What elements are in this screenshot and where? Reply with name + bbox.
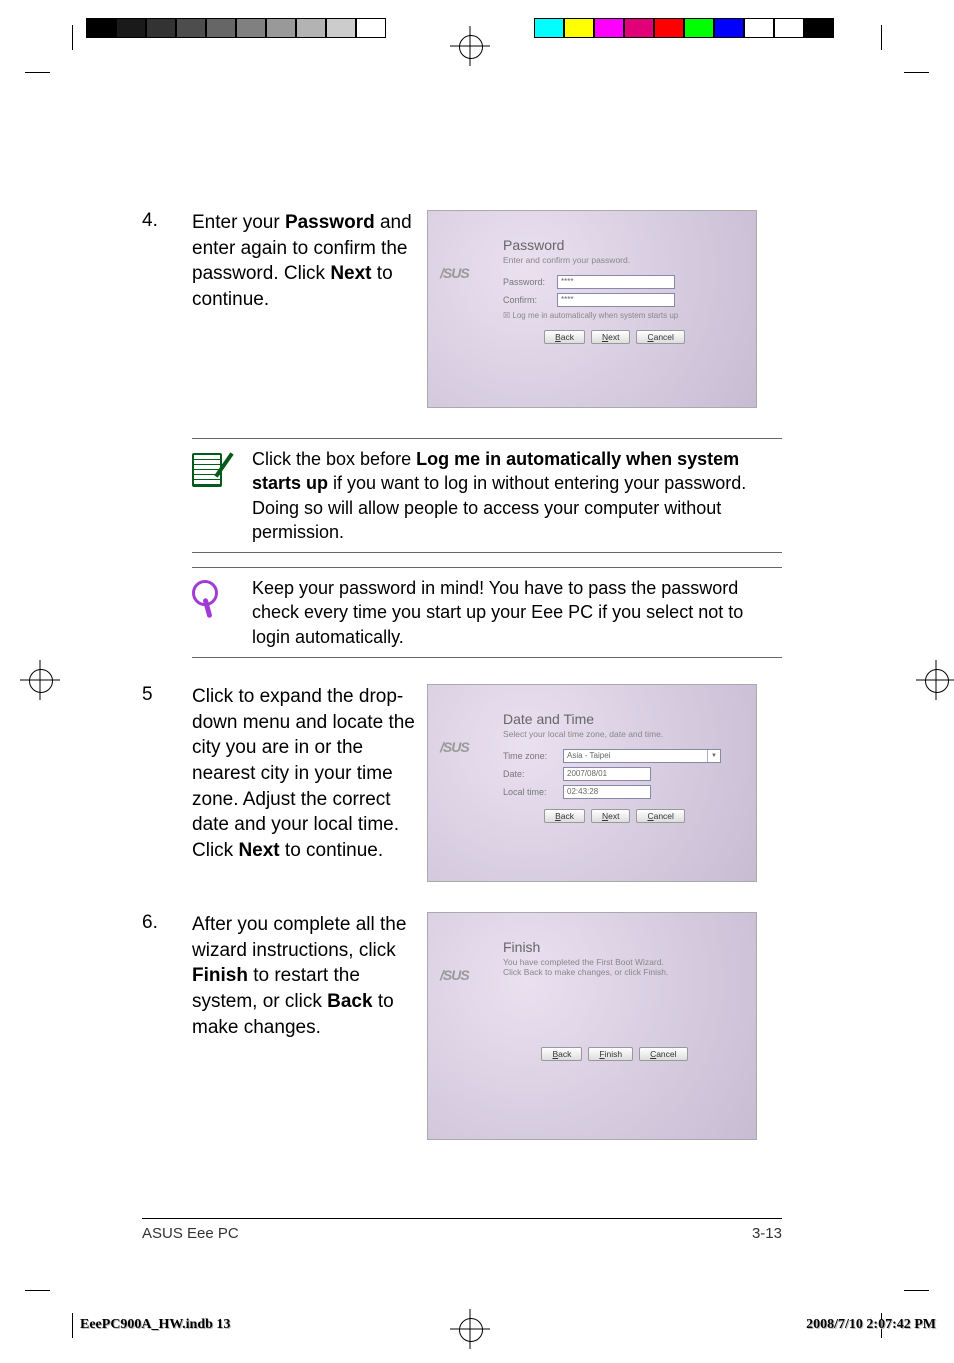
cancel-button[interactable]: Cancel [639,1047,687,1061]
step-number: 6. [142,912,192,934]
note-autologin: Click the box before Log me in automatic… [192,438,782,553]
step-text: After you complete all the wizard instru… [192,912,417,1040]
step-6: 6. After you complete all the wizard ins… [142,912,782,1140]
top-printer-marks [0,18,954,48]
print-date: 2008/7/10 2:07:42 PM [806,1317,936,1333]
color-bar [534,18,834,38]
password-label: Password: [503,277,557,287]
manual-page: 4. Enter your Password and enter again t… [0,0,954,1363]
localtime-label: Local time: [503,787,563,797]
password-input[interactable]: **** [557,275,675,289]
time-input[interactable]: 02:43:28 [563,785,651,799]
page-content: 4. Enter your Password and enter again t… [142,60,782,1260]
dialog-title: Finish [503,939,726,955]
footer-left: ASUS Eee PC [142,1225,239,1242]
date-label: Date: [503,769,563,779]
note-text: Keep your password in mind! You have to … [234,576,782,649]
register-mark-side [916,660,954,700]
notepad-icon [192,447,234,544]
step-5: 5 Click to expand the drop-down menu and… [142,684,782,882]
cancel-button[interactable]: Cancel [636,809,684,823]
print-footer: EeePC900A_HW.indb 13 2008/7/10 2:07:42 P… [80,1317,954,1333]
greyscale-bar [86,18,386,38]
step-number: 4. [142,210,192,232]
next-button[interactable]: Next [591,809,630,823]
step-text: Click to expand the drop-down menu and l… [192,684,417,863]
screenshot-finish: /SUS Finish You have completed the First… [427,912,757,1140]
timezone-select[interactable]: Asia - Taipei▼ [563,749,721,763]
auto-login-checkbox[interactable]: ☒ Log me in automatically when system st… [503,311,726,320]
dialog-title: Password [503,237,726,253]
back-button[interactable]: Back [544,809,585,823]
screenshot-password: /SUS Password Enter and confirm your pas… [427,210,757,408]
note-password-reminder: Keep your password in mind! You have to … [192,567,782,658]
dialog-subtitle: You have completed the First Boot Wizard… [503,957,683,977]
asus-logo: /SUS [440,967,469,983]
finish-button[interactable]: Finish [588,1047,633,1061]
step-4: 4. Enter your Password and enter again t… [142,210,782,408]
back-button[interactable]: Back [541,1047,582,1061]
step-number: 5 [142,684,192,706]
print-file: EeePC900A_HW.indb 13 [80,1317,230,1333]
timezone-label: Time zone: [503,751,563,761]
page-footer: ASUS Eee PC 3-13 [142,1218,782,1242]
step-text: Enter your Password and enter again to c… [192,210,417,313]
cancel-button[interactable]: Cancel [636,330,684,344]
asus-logo: /SUS [440,265,469,281]
dialog-subtitle: Enter and confirm your password. [503,255,726,265]
date-input[interactable]: 2007/08/01 [563,767,651,781]
next-button[interactable]: Next [591,330,630,344]
dialog-subtitle: Select your local time zone, date and ti… [503,729,726,739]
dialog-title: Date and Time [503,711,726,727]
note-text: Click the box before Log me in automatic… [234,447,782,544]
screenshot-datetime: /SUS Date and Time Select your local tim… [427,684,757,882]
confirm-input[interactable]: **** [557,293,675,307]
confirm-label: Confirm: [503,295,557,305]
magnifier-icon [192,576,234,649]
asus-logo: /SUS [440,739,469,755]
chevron-down-icon: ▼ [707,750,717,762]
footer-right: 3-13 [752,1225,782,1242]
register-mark-side [20,660,60,700]
back-button[interactable]: Back [544,330,585,344]
